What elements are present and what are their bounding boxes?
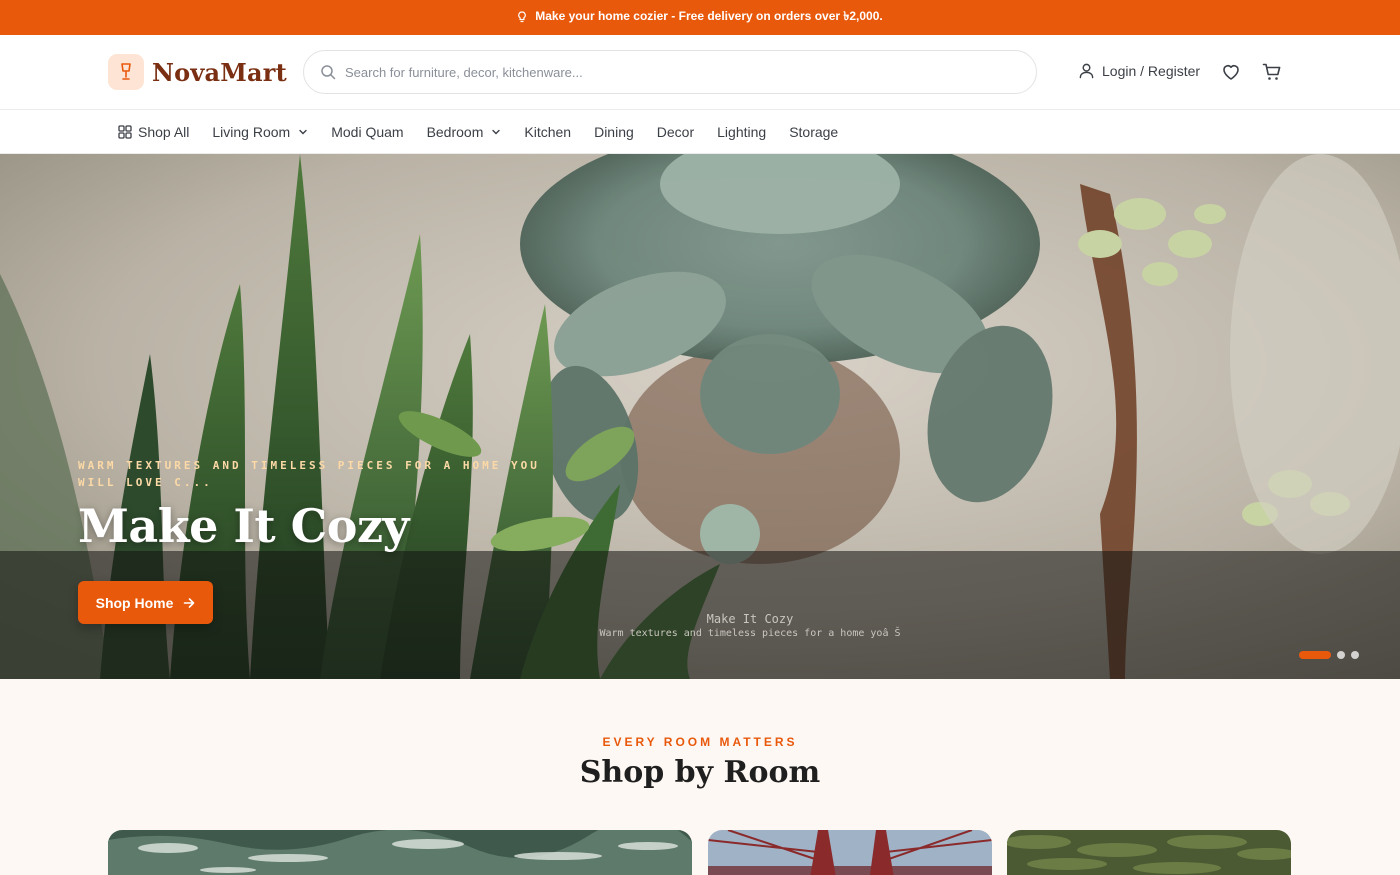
brand-name: NovaMart [152, 57, 287, 87]
search-bar[interactable] [303, 50, 1037, 94]
room-card-image [708, 830, 992, 875]
hero-title: Make It Cozy [78, 499, 409, 553]
nav-item-shop-all[interactable]: Shop All [118, 124, 189, 140]
site-header: NovaMart Login / Register [0, 35, 1400, 110]
carousel-dot-3[interactable] [1351, 651, 1359, 659]
room-card[interactable] [1007, 830, 1291, 875]
nav-item-modi-quam[interactable]: Modi Quam [331, 124, 403, 140]
login-register-link[interactable]: Login / Register [1078, 62, 1200, 79]
nav-item-bedroom[interactable]: Bedroom [427, 124, 502, 140]
nav-label: Bedroom [426, 124, 484, 140]
nav-label: Living Room [212, 124, 291, 140]
chevron-down-icon [492, 129, 501, 135]
lightbulb-icon [518, 11, 527, 23]
carousel-dots [1299, 651, 1359, 659]
nav-item-storage[interactable]: Storage [789, 124, 838, 140]
shop-home-label: Shop Home [95, 594, 174, 611]
room-card-image [108, 830, 692, 875]
cart-icon [1262, 63, 1281, 80]
logo[interactable]: NovaMart [108, 54, 287, 90]
wishlist-button[interactable] [1220, 61, 1242, 83]
login-label: Login / Register [1102, 62, 1201, 79]
nav-label: Kitchen [524, 124, 572, 140]
grid-icon [118, 125, 132, 139]
announcement-text: Make your home cozier - Free delivery on… [535, 8, 883, 23]
hero-carousel[interactable]: WARM TEXTURES AND TIMELESS PIECES FOR A … [0, 154, 1400, 679]
chevron-down-icon [299, 129, 307, 135]
nav-label: Storage [789, 124, 839, 140]
cart-button[interactable] [1261, 61, 1283, 83]
nav-label: Dining [594, 124, 634, 140]
nav-label: Lighting [717, 124, 767, 140]
nav-label: Shop All [138, 124, 190, 140]
shop-home-button[interactable]: Shop Home [78, 581, 213, 624]
room-card[interactable] [108, 830, 692, 875]
hero-alt-title: Make It Cozy [706, 612, 794, 626]
room-card-image [1007, 830, 1291, 875]
hero-alt-subtitle: Warm textures and timeless pieces for a … [599, 628, 901, 639]
section-title: Shop by Room [579, 755, 821, 790]
user-icon [1079, 63, 1094, 79]
nav-label: Modi Quam [331, 124, 404, 140]
search-input[interactable] [345, 64, 985, 80]
nav-item-dining[interactable]: Dining [594, 124, 634, 140]
nav-item-lighting[interactable]: Lighting [717, 124, 766, 140]
arrow-right-icon [184, 597, 195, 608]
hero-image-alt-text: Make It Cozy Warm textures and timeless … [470, 612, 1030, 640]
nav-item-kitchen[interactable]: Kitchen [524, 124, 571, 140]
carousel-dot-1[interactable] [1299, 651, 1331, 659]
hero-eyebrow: WARM TEXTURES AND TIMELESS PIECES FOR A … [78, 459, 540, 489]
nav-item-living-room[interactable]: Living Room [212, 124, 308, 140]
heart-icon [1223, 64, 1239, 80]
section-eyebrow: EVERY ROOM MATTERS [602, 735, 798, 749]
logo-mark [108, 54, 144, 90]
room-card[interactable] [708, 830, 992, 875]
main-nav: Shop All Living Room Modi Quam Bedroom K… [0, 110, 1400, 154]
announcement-bar: Make your home cozier - Free delivery on… [0, 0, 1400, 35]
lamp-icon [121, 63, 131, 80]
nav-label: Decor [656, 124, 695, 140]
search-icon [321, 65, 336, 80]
carousel-dot-2[interactable] [1337, 651, 1345, 659]
nav-item-decor[interactable]: Decor [657, 124, 694, 140]
